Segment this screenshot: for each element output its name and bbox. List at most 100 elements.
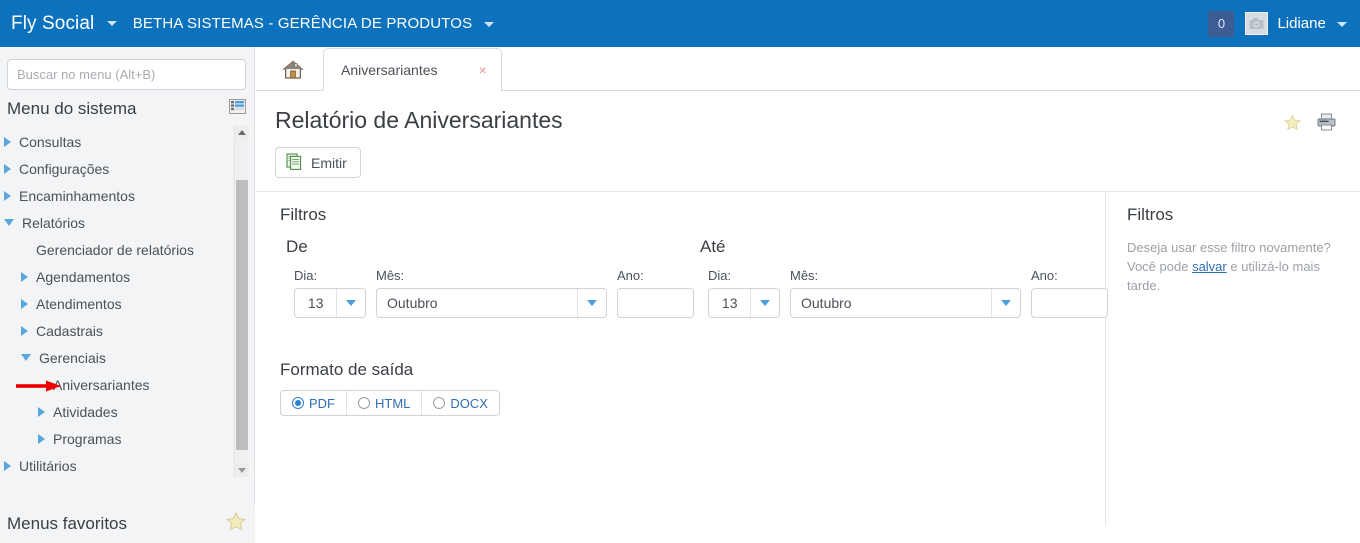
emitir-button-label: Emitir bbox=[311, 154, 347, 171]
radio-option-label: PDF bbox=[309, 395, 335, 411]
user-menu[interactable]: Lidiane bbox=[1277, 15, 1347, 32]
radio-option-docx[interactable]: DOCX bbox=[422, 391, 499, 415]
system-menu-list: Consultas Configurações Encaminhamentos Rel… bbox=[0, 125, 254, 477]
salvar-link[interactable]: salvar bbox=[1192, 259, 1227, 274]
scrollbar-thumb[interactable] bbox=[236, 180, 248, 450]
print-icon[interactable] bbox=[1317, 113, 1336, 136]
documents-icon bbox=[286, 152, 303, 173]
top-header-bar: Fly Social BETHA SISTEMAS - GERÊNCIA DE … bbox=[0, 0, 1360, 47]
page-header: Relatório de Aniversariantes bbox=[256, 91, 1360, 136]
sidebar-item-relat-rios[interactable]: Relatórios bbox=[0, 209, 254, 236]
sidebar-item-label: Utilitários bbox=[19, 457, 77, 474]
from-day-field: Dia: 13 bbox=[294, 268, 366, 318]
sidebar-item-programas[interactable]: Programas bbox=[0, 425, 254, 452]
from-month-select[interactable]: Outubro bbox=[376, 288, 607, 318]
to-day-field: Dia: 13 bbox=[708, 268, 780, 318]
organization-menu[interactable]: BETHA SISTEMAS - GERÊNCIA DE PRODUTOS bbox=[133, 15, 494, 32]
sidebar-item-atendimentos[interactable]: Atendimentos bbox=[0, 290, 254, 317]
star-icon[interactable] bbox=[226, 511, 246, 536]
from-month-label: Mês: bbox=[376, 268, 405, 283]
tab-label: Aniversariantes bbox=[341, 62, 438, 78]
menu-header: Menu do sistema bbox=[0, 90, 254, 125]
sidebar-item-label: Consultas bbox=[19, 133, 82, 150]
output-format-radio-group: PDF HTML DOCX bbox=[280, 390, 500, 416]
notification-badge[interactable]: 0 bbox=[1208, 10, 1235, 37]
sidebar-item-label: Gerenciador de relatórios bbox=[36, 241, 194, 258]
sidebar-item-agendamentos[interactable]: Agendamentos bbox=[0, 263, 254, 290]
sidebar-item-gerenciais[interactable]: Gerenciais bbox=[0, 344, 254, 371]
notification-count: 0 bbox=[1217, 16, 1226, 31]
to-month-value: Outubro bbox=[801, 295, 852, 311]
chevron-right-icon[interactable] bbox=[21, 298, 28, 309]
chevron-right-icon[interactable] bbox=[21, 325, 28, 336]
sidebar-item-atividades[interactable]: Atividades bbox=[0, 398, 254, 425]
from-day-select[interactable]: 13 bbox=[294, 288, 366, 318]
sidebar-item-gerenciador-de-relat-rios[interactable]: Gerenciador de relatórios bbox=[0, 236, 254, 263]
radio-option-html[interactable]: HTML bbox=[347, 391, 423, 415]
chevron-right-icon[interactable] bbox=[4, 190, 11, 201]
to-day-value: 13 bbox=[721, 295, 738, 311]
chevron-right-icon[interactable] bbox=[4, 460, 11, 471]
to-month-label: Mês: bbox=[790, 268, 819, 283]
menu-list-toggle-icon[interactable] bbox=[229, 99, 246, 119]
to-day-select[interactable]: 13 bbox=[708, 288, 780, 318]
radio-option-label: DOCX bbox=[450, 395, 488, 411]
search-input[interactable] bbox=[7, 59, 246, 90]
chevron-right-icon[interactable] bbox=[21, 271, 28, 282]
chevron-down-icon[interactable] bbox=[21, 354, 31, 361]
from-year-input[interactable] bbox=[617, 288, 694, 318]
chevron-down-icon[interactable] bbox=[4, 219, 14, 226]
sidebar-item-utilit-rios[interactable]: Utilitários bbox=[0, 452, 254, 477]
sidebar-item-cadastrais[interactable]: Cadastrais bbox=[0, 317, 254, 344]
chevron-down-icon[interactable] bbox=[991, 289, 1020, 317]
from-day-label: Dia: bbox=[294, 268, 318, 283]
avatar[interactable] bbox=[1245, 12, 1269, 35]
chevron-right-icon[interactable] bbox=[38, 433, 45, 444]
to-year-field: Ano: bbox=[1031, 268, 1108, 318]
chevron-down-icon bbox=[1337, 21, 1347, 27]
chevron-right-icon[interactable] bbox=[38, 406, 45, 417]
sidebar-item-consultas[interactable]: Consultas bbox=[0, 128, 254, 155]
close-icon[interactable]: × bbox=[479, 63, 487, 77]
sidebar-item-configura-es[interactable]: Configurações bbox=[0, 155, 254, 182]
chevron-down-icon[interactable] bbox=[750, 289, 779, 317]
tab-aniversariantes[interactable]: Aniversariantes × bbox=[323, 48, 502, 91]
radio-option-pdf[interactable]: PDF bbox=[281, 391, 347, 415]
favorite-star-icon[interactable] bbox=[1284, 113, 1301, 136]
favorites-header[interactable]: Menus favoritos bbox=[0, 505, 255, 543]
from-group-title: De bbox=[286, 237, 308, 256]
sidebar-item-label: Cadastrais bbox=[36, 322, 103, 339]
to-month-field: Mês: Outubro bbox=[790, 268, 1021, 318]
page-title: Relatório de Aniversariantes bbox=[275, 107, 563, 133]
to-month-select[interactable]: Outubro bbox=[790, 288, 1021, 318]
brand-label: Fly Social bbox=[11, 12, 95, 34]
to-group-title: Até bbox=[700, 237, 726, 256]
home-icon bbox=[282, 60, 304, 79]
sidebar-scrollbar[interactable] bbox=[234, 125, 249, 477]
scroll-down-button[interactable] bbox=[235, 463, 249, 477]
username-label: Lidiane bbox=[1277, 15, 1326, 32]
emitir-button[interactable]: Emitir bbox=[275, 147, 361, 178]
organization-label: BETHA SISTEMAS - GERÊNCIA DE PRODUTOS bbox=[132, 15, 473, 32]
filters-section-title: Filtros bbox=[280, 205, 327, 224]
to-year-input[interactable] bbox=[1031, 288, 1108, 318]
chevron-down-icon bbox=[483, 21, 494, 27]
camera-icon bbox=[1249, 18, 1264, 29]
sidebar-item-label: Agendamentos bbox=[36, 268, 131, 285]
chevron-right-icon[interactable] bbox=[4, 163, 11, 174]
from-year-label: Ano: bbox=[617, 268, 644, 283]
chevron-down-icon[interactable] bbox=[336, 289, 365, 317]
chevron-down-icon[interactable] bbox=[577, 289, 606, 317]
scroll-up-button[interactable] bbox=[235, 125, 249, 139]
radio-option-label: HTML bbox=[375, 395, 411, 411]
radio-indicator bbox=[292, 397, 304, 409]
brand-menu[interactable]: Fly Social bbox=[11, 13, 117, 35]
filter-group-from: De Dia: 13 Mês: Outubro Ano: bbox=[280, 237, 694, 318]
sidebar-item-aniversariantes[interactable]: Aniversariantes bbox=[0, 371, 254, 398]
sidebar-item-encaminhamentos[interactable]: Encaminhamentos bbox=[0, 182, 254, 209]
tab-home[interactable] bbox=[267, 48, 319, 90]
output-format-title: Formato de saída bbox=[280, 360, 414, 379]
chevron-right-icon[interactable] bbox=[4, 136, 11, 147]
toolbar: Emitir bbox=[256, 136, 1360, 178]
sidebar-item-label: Relatórios bbox=[22, 214, 86, 231]
